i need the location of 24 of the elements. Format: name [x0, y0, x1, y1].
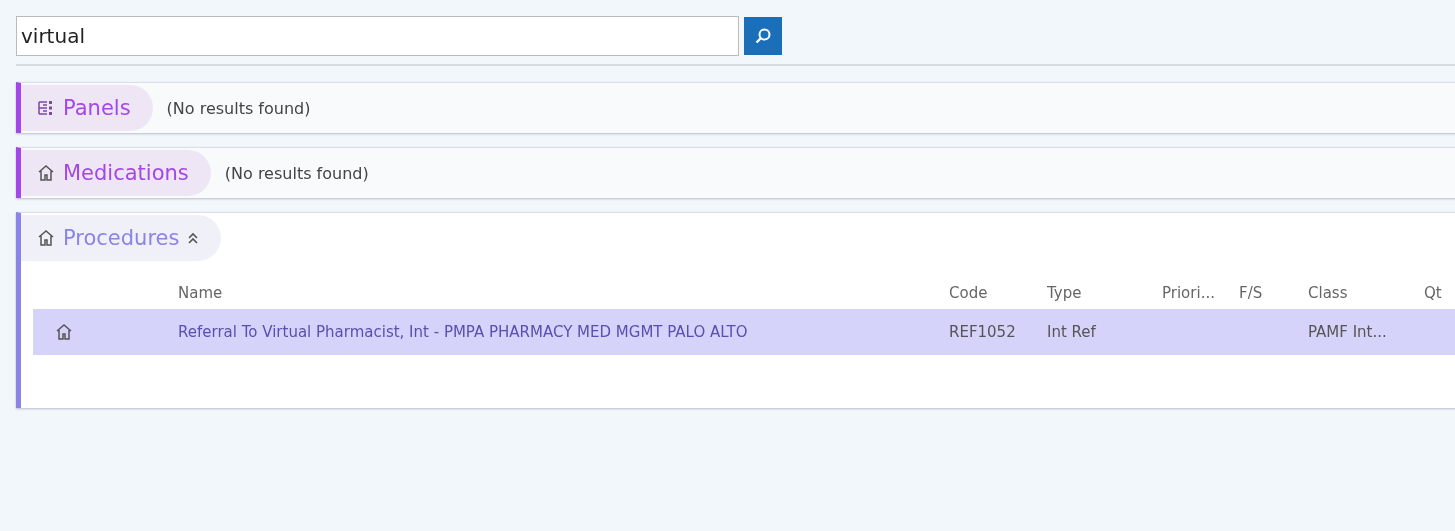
- search-button[interactable]: [744, 17, 782, 55]
- column-header[interactable]: Name: [178, 284, 949, 302]
- collapse-icon[interactable]: [187, 232, 200, 244]
- section-header[interactable]: Medications: [21, 150, 211, 196]
- column-header[interactable]: Qt: [1424, 284, 1455, 302]
- table-cell-text: REF1052: [949, 323, 1017, 341]
- house-icon: [55, 323, 73, 341]
- column-header[interactable]: Priori...: [1162, 284, 1239, 302]
- column-header[interactable]: F/S: [1239, 284, 1308, 302]
- procedure-name: Referral To Virtual Pharmacist, Int - PMPA PHARMACY MED MGMT PALO ALTO: [178, 323, 749, 341]
- empty-message: (No results found): [224, 163, 369, 183]
- list-icon: [37, 100, 55, 116]
- column-header[interactable]: Code: [949, 284, 1047, 302]
- table-cell-text: Int Ref: [1047, 323, 1097, 341]
- column-header[interactable]: Type: [1047, 284, 1162, 302]
- section-header[interactable]: Panels: [21, 85, 153, 131]
- house-icon: [37, 164, 55, 182]
- empty-message: (No results found): [166, 98, 311, 118]
- search-icon: [754, 27, 772, 45]
- result-row[interactable]: Referral To Virtual Pharmacist, Int - PMPA PHARMACY MED MGMT PALO ALTO REF1052 Int Ref PAMF Int...: [33, 309, 1455, 355]
- table-cell-text: PAMF Int...: [1308, 323, 1388, 341]
- column-header[interactable]: Class: [1308, 284, 1424, 302]
- house-icon: [37, 229, 55, 247]
- search-field[interactable]: virtual: [16, 16, 739, 56]
